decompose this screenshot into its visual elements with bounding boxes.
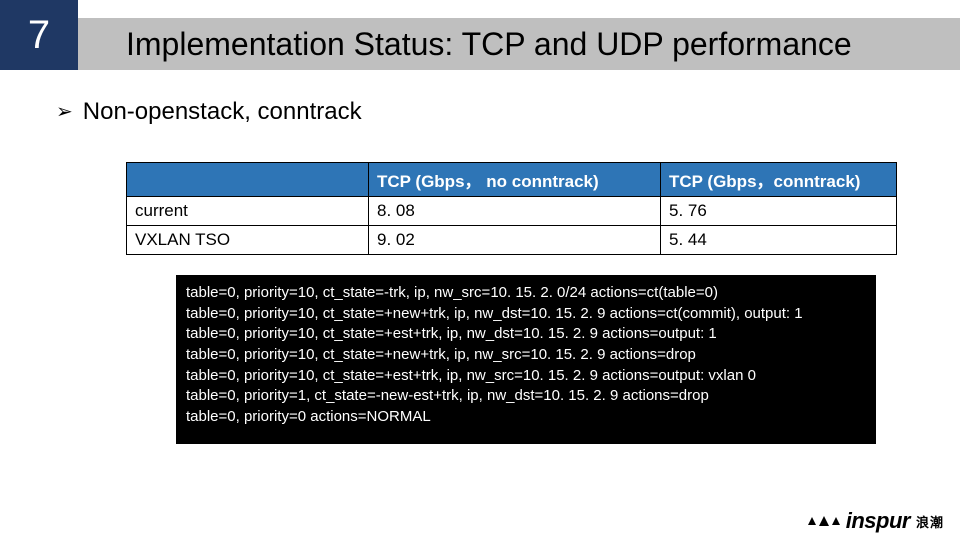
arrow-bullet-icon: ➢: [56, 102, 73, 122]
row-label: current: [127, 197, 369, 226]
table-header-row: TCP (Gbps， no conntrack) TCP (Gbps，connt…: [127, 163, 897, 197]
row-label: VXLAN TSO: [127, 226, 369, 255]
code-line: table=0, priority=10, ct_state=-trk, ip,…: [186, 283, 866, 304]
code-line: table=0, priority=10, ct_state=+new+trk,…: [186, 345, 866, 366]
table-header-conntrack: TCP (Gbps，conntrack): [661, 163, 897, 197]
code-line: table=0, priority=10, ct_state=+est+trk,…: [186, 324, 866, 345]
code-line: table=0, priority=10, ct_state=+new+trk,…: [186, 304, 866, 325]
bullet-text: Non-openstack, conntrack: [83, 98, 362, 126]
flow-rules-block: table=0, priority=10, ct_state=-trk, ip,…: [176, 275, 876, 444]
logo-mark-icon: [808, 516, 840, 526]
brand-logo: inspur 浪潮: [808, 508, 944, 534]
logo-cjk: 浪潮: [916, 512, 944, 531]
code-line: table=0, priority=0 actions=NORMAL: [186, 407, 866, 428]
slide-title: Implementation Status: TCP and UDP perfo…: [78, 18, 960, 70]
performance-table: TCP (Gbps， no conntrack) TCP (Gbps，connt…: [126, 162, 897, 255]
table-header-blank: [127, 163, 369, 197]
table-header-no-conntrack: TCP (Gbps， no conntrack): [369, 163, 661, 197]
bullet-line: ➢ Non-openstack, conntrack: [56, 98, 904, 126]
logo-text: inspur: [846, 508, 910, 534]
table-row: VXLAN TSO 9. 02 5. 44: [127, 226, 897, 255]
table-row: current 8. 08 5. 76: [127, 197, 897, 226]
code-line: table=0, priority=1, ct_state=-new-est+t…: [186, 386, 866, 407]
title-wrap: Implementation Status: TCP and UDP perfo…: [78, 0, 960, 70]
row-no-conntrack: 9. 02: [369, 226, 661, 255]
row-conntrack: 5. 44: [661, 226, 897, 255]
code-line: table=0, priority=10, ct_state=+est+trk,…: [186, 366, 866, 387]
slide-header: 7 Implementation Status: TCP and UDP per…: [0, 0, 960, 70]
row-conntrack: 5. 76: [661, 197, 897, 226]
slide-content: ➢ Non-openstack, conntrack TCP (Gbps， no…: [0, 70, 960, 444]
slide-number: 7: [0, 0, 78, 70]
row-no-conntrack: 8. 08: [369, 197, 661, 226]
